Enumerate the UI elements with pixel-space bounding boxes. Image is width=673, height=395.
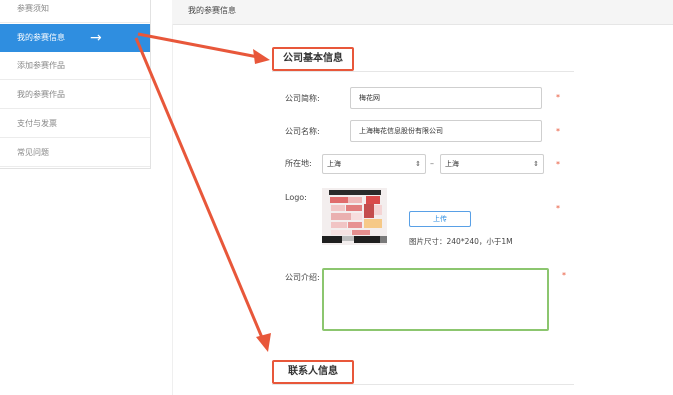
sidebar-item-label: 我的参赛信息 bbox=[17, 33, 65, 42]
annotation-arrowhead bbox=[253, 49, 270, 64]
annotation-arrow-line bbox=[134, 37, 265, 341]
short-name-input[interactable]: 梅花网 bbox=[350, 87, 542, 109]
full-name-label: 公司名称: bbox=[285, 127, 320, 136]
page-title: 我的参赛信息 bbox=[188, 6, 236, 15]
full-name-input[interactable]: 上海梅花信息股份有限公司 bbox=[350, 120, 542, 142]
sidebar-item-label: 常见问题 bbox=[17, 148, 49, 157]
chevron-updown-icon: ⇕ bbox=[415, 160, 421, 168]
sidebar-item-label: 参赛须知 bbox=[17, 4, 49, 13]
province-select[interactable]: 上海 ⇕ bbox=[322, 154, 426, 174]
required-mark: * bbox=[556, 160, 560, 169]
sidebar-item-payment[interactable]: 支付与发票 bbox=[0, 110, 150, 138]
sidebar-item-my-info[interactable]: 我的参赛信息 → bbox=[0, 24, 150, 52]
required-mark: * bbox=[562, 271, 566, 280]
intro-textarea[interactable] bbox=[322, 268, 549, 331]
sidebar: 参赛须知 我的参赛信息 → 添加参赛作品 我的参赛作品 支付与发票 常见问题 bbox=[0, 0, 151, 169]
sidebar-item-label: 支付与发票 bbox=[17, 119, 57, 128]
content-divider bbox=[172, 24, 173, 395]
annotation-arrowhead bbox=[256, 333, 271, 352]
short-name-label: 公司简称: bbox=[285, 94, 320, 103]
sidebar-item-label: 添加参赛作品 bbox=[17, 61, 65, 70]
city-select[interactable]: 上海 ⇕ bbox=[440, 154, 544, 174]
logo-label: Logo: bbox=[285, 193, 307, 202]
annotation-arrow-line bbox=[137, 32, 259, 59]
section-title-text: 联系人信息 bbox=[288, 366, 338, 377]
full-name-value: 上海梅花信息股份有限公司 bbox=[359, 127, 443, 135]
required-mark: * bbox=[556, 93, 560, 102]
section-divider bbox=[272, 71, 574, 72]
intro-label: 公司介绍: bbox=[285, 273, 320, 282]
arrow-right-icon: → bbox=[90, 30, 102, 46]
page-header: 我的参赛信息 bbox=[172, 0, 673, 25]
required-mark: * bbox=[556, 204, 560, 213]
image-size-hint: 图片尺寸：240*240，小于1M bbox=[409, 237, 513, 246]
province-value: 上海 bbox=[327, 160, 341, 168]
section-title-contact: 联系人信息 bbox=[272, 360, 354, 384]
upload-button[interactable]: 上传 bbox=[409, 211, 471, 227]
logo-preview-image bbox=[322, 188, 387, 245]
section-title-company: 公司基本信息 bbox=[272, 47, 354, 71]
section-title-text: 公司基本信息 bbox=[283, 53, 343, 64]
sidebar-item-my-works[interactable]: 我的参赛作品 bbox=[0, 81, 150, 109]
sidebar-item-notice[interactable]: 参赛须知 bbox=[0, 0, 150, 23]
short-name-value: 梅花网 bbox=[359, 94, 380, 102]
city-value: 上海 bbox=[445, 160, 459, 168]
section-divider bbox=[272, 384, 574, 385]
logo-pixelated-graphic bbox=[322, 188, 387, 245]
location-separator: – bbox=[430, 159, 434, 168]
sidebar-item-add-work[interactable]: 添加参赛作品 bbox=[0, 52, 150, 80]
location-label: 所在地: bbox=[285, 159, 312, 168]
required-mark: * bbox=[556, 127, 560, 136]
sidebar-item-label: 我的参赛作品 bbox=[17, 90, 65, 99]
sidebar-item-faq[interactable]: 常见问题 bbox=[0, 139, 150, 167]
chevron-updown-icon: ⇕ bbox=[533, 160, 539, 168]
